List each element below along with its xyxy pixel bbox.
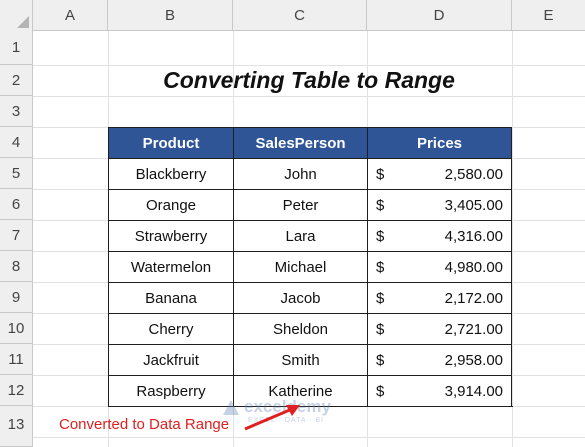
product-cell[interactable]: Cherry (108, 313, 233, 344)
table-row: Jackfruit Smith $2,958.00 (108, 344, 512, 375)
currency-symbol: $ (376, 290, 385, 307)
row-header-13[interactable]: 13 (0, 406, 33, 447)
row-header-1[interactable]: 1 (0, 31, 33, 65)
currency-symbol: $ (376, 259, 385, 276)
row-header-8[interactable]: 8 (0, 251, 33, 282)
salesperson-cell[interactable]: Smith (233, 344, 367, 375)
table-row: Orange Peter $3,405.00 (108, 189, 512, 220)
gridline (33, 96, 585, 97)
price-cell[interactable]: $2,580.00 (367, 158, 512, 189)
column-header-a[interactable]: A (33, 0, 108, 31)
price-cell[interactable]: $4,980.00 (367, 251, 512, 282)
exceldemy-logo-icon (223, 400, 239, 415)
row-header-6[interactable]: 6 (0, 189, 33, 220)
row-header-5[interactable]: 5 (0, 158, 33, 189)
table-row: Banana Jacob $2,172.00 (108, 282, 512, 313)
spreadsheet: A B C D E 1 2 3 4 5 6 7 8 9 10 11 12 13 … (0, 0, 585, 447)
price-value: 4,980.00 (444, 259, 503, 276)
column-header-d[interactable]: D (367, 0, 512, 31)
price-cell[interactable]: $2,172.00 (367, 282, 512, 313)
row-header-2[interactable]: 2 (0, 65, 33, 96)
salesperson-cell[interactable]: Michael (233, 251, 367, 282)
salesperson-cell[interactable]: John (233, 158, 367, 189)
header-prices[interactable]: Prices (367, 127, 512, 158)
product-cell[interactable]: Jackfruit (108, 344, 233, 375)
column-header-c[interactable]: C (233, 0, 367, 31)
table-row: Strawberry Lara $4,316.00 (108, 220, 512, 251)
price-value: 2,721.00 (444, 321, 503, 338)
table-row: Watermelon Michael $4,980.00 (108, 251, 512, 282)
header-product[interactable]: Product (108, 127, 233, 158)
row-header-12[interactable]: 12 (0, 375, 33, 406)
table-row: Cherry Sheldon $2,721.00 (108, 313, 512, 344)
watermark-tagline: EXCEL · DATA · BI (248, 417, 324, 424)
price-value: 4,316.00 (444, 228, 503, 245)
watermark-brand: exceldemy (244, 397, 331, 416)
product-cell[interactable]: Blackberry (108, 158, 233, 189)
currency-symbol: $ (376, 228, 385, 245)
column-header-bar: A B C D E (0, 0, 585, 31)
currency-symbol: $ (376, 321, 385, 338)
row-header-7[interactable]: 7 (0, 220, 33, 251)
price-value: 3,914.00 (444, 383, 503, 400)
row-header-11[interactable]: 11 (0, 344, 33, 375)
currency-symbol: $ (376, 197, 385, 214)
sheet-title[interactable]: Converting Table to Range (33, 64, 585, 96)
column-header-e[interactable]: E (512, 0, 585, 31)
salesperson-cell[interactable]: Peter (233, 189, 367, 220)
price-cell[interactable]: $3,914.00 (367, 375, 512, 406)
price-cell[interactable]: $2,958.00 (367, 344, 512, 375)
row-header-4[interactable]: 4 (0, 127, 33, 158)
currency-symbol: $ (376, 352, 385, 369)
table-row: Blackberry John $2,580.00 (108, 158, 512, 189)
select-all-triangle-icon (17, 16, 29, 28)
price-cell[interactable]: $2,721.00 (367, 313, 512, 344)
row-header-9[interactable]: 9 (0, 282, 33, 313)
product-cell[interactable]: Strawberry (108, 220, 233, 251)
price-cell[interactable]: $3,405.00 (367, 189, 512, 220)
select-all-button[interactable] (0, 0, 33, 31)
salesperson-cell[interactable]: Sheldon (233, 313, 367, 344)
currency-symbol: $ (376, 166, 385, 183)
price-value: 2,172.00 (444, 290, 503, 307)
salesperson-cell[interactable]: Jacob (233, 282, 367, 313)
product-cell[interactable]: Watermelon (108, 251, 233, 282)
column-header-b[interactable]: B (108, 0, 233, 31)
price-value: 2,580.00 (444, 166, 503, 183)
gridline (33, 437, 585, 438)
product-cell[interactable]: Raspberry (108, 375, 233, 406)
row-header-10[interactable]: 10 (0, 313, 33, 344)
annotation-label: Converted to Data Range (59, 416, 230, 433)
product-cell[interactable]: Orange (108, 189, 233, 220)
table-header-row: Product SalesPerson Prices (108, 127, 512, 158)
product-cell[interactable]: Banana (108, 282, 233, 313)
currency-symbol: $ (376, 383, 385, 400)
price-value: 2,958.00 (444, 352, 503, 369)
row-header-3[interactable]: 3 (0, 96, 33, 127)
salesperson-cell[interactable]: Lara (233, 220, 367, 251)
price-cell[interactable]: $4,316.00 (367, 220, 512, 251)
header-salesperson[interactable]: SalesPerson (233, 127, 367, 158)
price-value: 3,405.00 (444, 197, 503, 214)
